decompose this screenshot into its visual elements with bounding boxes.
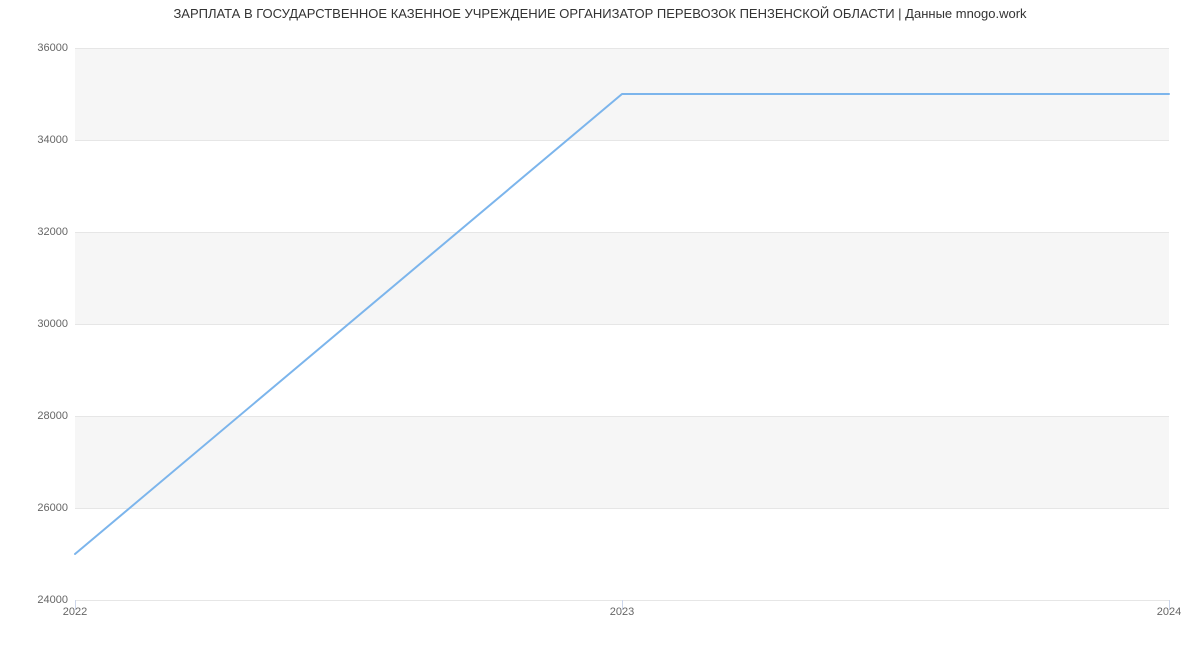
y-tick-label: 34000: [8, 134, 68, 146]
line-series: [75, 48, 1169, 600]
x-tick-label: 2022: [63, 606, 87, 618]
y-tick-label: 24000: [8, 594, 68, 606]
y-tick-label: 30000: [8, 318, 68, 330]
y-tick-label: 36000: [8, 42, 68, 54]
chart-title: ЗАРПЛАТА В ГОСУДАРСТВЕННОЕ КАЗЕННОЕ УЧРЕ…: [0, 6, 1200, 21]
y-tick-label: 26000: [8, 502, 68, 514]
x-tick-label: 2023: [610, 606, 634, 618]
plot-area: [75, 48, 1169, 601]
y-tick-label: 28000: [8, 410, 68, 422]
chart-container: ЗАРПЛАТА В ГОСУДАРСТВЕННОЕ КАЗЕННОЕ УЧРЕ…: [0, 0, 1200, 650]
y-tick-label: 32000: [8, 226, 68, 238]
x-tick-label: 2024: [1157, 606, 1181, 618]
